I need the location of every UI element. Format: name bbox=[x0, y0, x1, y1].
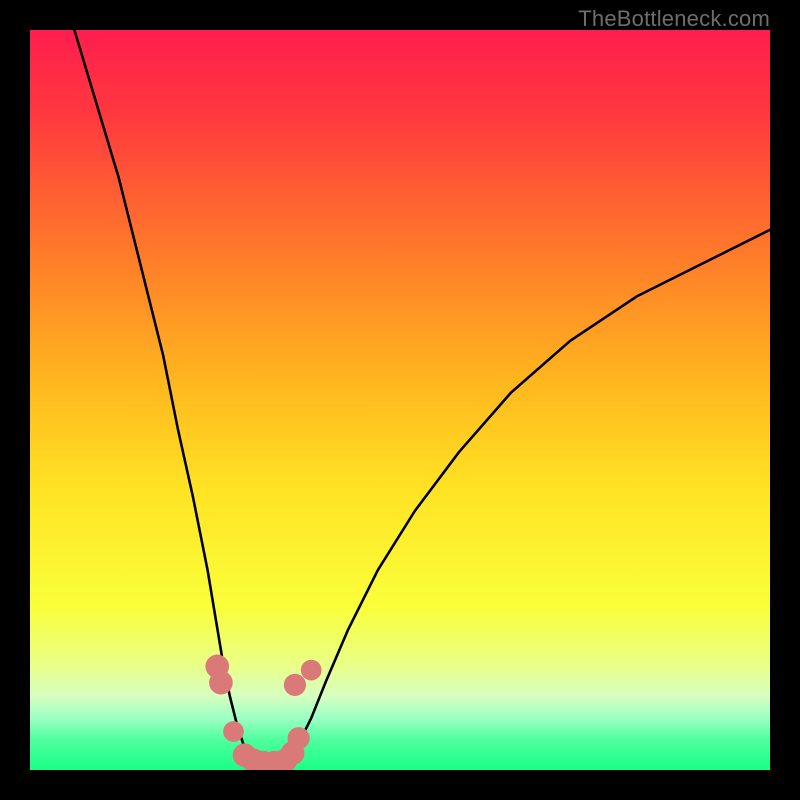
series-left-branch bbox=[74, 30, 252, 759]
marker-point bbox=[209, 671, 233, 695]
chart-frame: TheBottleneck.com bbox=[0, 0, 800, 800]
series-right-branch bbox=[289, 230, 770, 759]
marker-point bbox=[284, 674, 306, 696]
plot-area bbox=[30, 30, 770, 770]
marker-point bbox=[288, 727, 310, 749]
marker-point bbox=[223, 721, 244, 742]
curves-layer bbox=[30, 30, 770, 770]
marker-point bbox=[301, 660, 322, 681]
watermark-text: TheBottleneck.com bbox=[578, 6, 770, 32]
